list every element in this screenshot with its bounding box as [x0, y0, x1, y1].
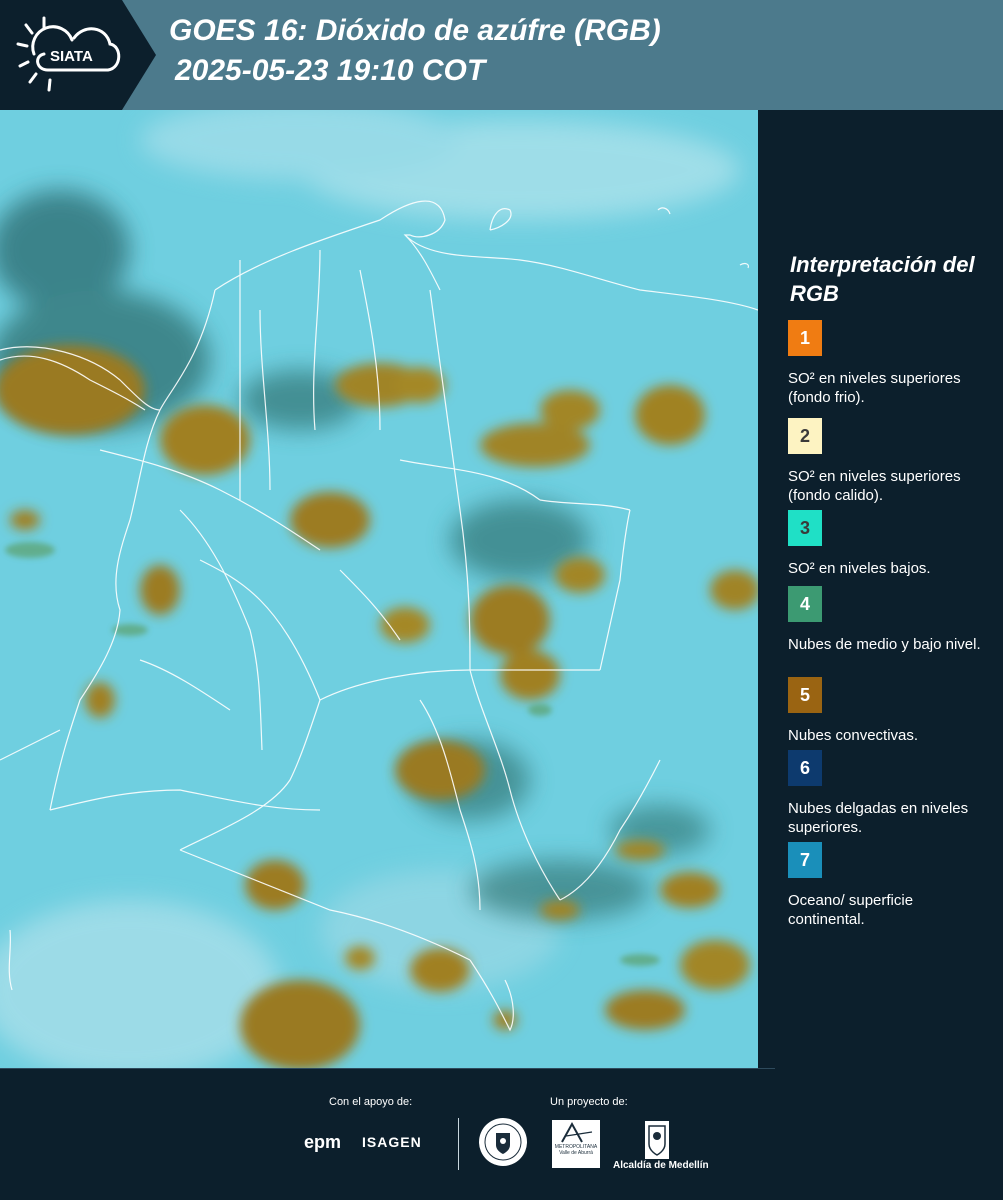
- support-label: Con el apoyo de:: [329, 1096, 413, 1108]
- logo-text: SIATA: [50, 48, 93, 65]
- legend-label-1: SO² en niveles superiores (fondo frio).: [788, 370, 961, 406]
- legend-panel: Interpretación del RGB 1 SO² en niveles …: [758, 110, 1003, 1068]
- legend-label-7: Oceano/ superficie continental.: [788, 892, 914, 928]
- legend-item-3: 3 SO² en niveles bajos.: [788, 510, 993, 578]
- legend-swatch-6: 6: [788, 750, 822, 786]
- legend-item-5: 5 Nubes convectivas.: [788, 677, 993, 745]
- legend-swatch-4: 4: [788, 586, 822, 622]
- legend-swatch-7: 7: [788, 842, 822, 878]
- project-label: Un proyecto de:: [550, 1096, 628, 1108]
- legend-swatch-2: 2: [788, 418, 822, 454]
- legend-item-7: 7 Oceano/ superficie continental.: [788, 842, 993, 929]
- legend-item-4: 4 Nubes de medio y bajo nivel.: [788, 586, 993, 654]
- legend-label-6: Nubes delgadas en niveles superiores.: [788, 800, 969, 836]
- legend-label-4: Nubes de medio y bajo nivel.: [788, 636, 981, 653]
- satellite-image: [0, 110, 758, 1068]
- medellin-seal-icon: [479, 1118, 527, 1166]
- legend-item-1: 1 SO² en niveles superiores (fondo frio)…: [788, 320, 993, 407]
- alcaldia-name: Alcaldía de Medellín: [613, 1160, 709, 1171]
- header-bar: SIATA GOES 16: Dióxido de azúfre (RGB) 2…: [0, 0, 1003, 110]
- siata-logo: SIATA: [16, 16, 121, 92]
- isagen-logo: ISAGEN: [362, 1134, 422, 1150]
- legend-label-5: Nubes convectivas.: [788, 727, 919, 744]
- legend-label-2: SO² en niveles superiores (fondo calido)…: [788, 468, 961, 504]
- legend-item-6: 6 Nubes delgadas en niveles superiores.: [788, 750, 993, 837]
- legend-swatch-5: 5: [788, 677, 822, 713]
- amva-mark-icon: [561, 1121, 593, 1143]
- legend-swatch-3: 3: [788, 510, 822, 546]
- legend-item-2: 2 SO² en niveles superiores (fondo calid…: [788, 418, 993, 511]
- legend-title: Interpretación del RGB: [790, 252, 975, 306]
- footer-top-line: [0, 1068, 775, 1069]
- page-title: GOES 16: Dióxido de azúfre (RGB): [169, 14, 661, 47]
- timestamp: 2025-05-23 19:10 COT: [175, 54, 486, 87]
- legend-label-3: SO² en niveles bajos.: [788, 560, 931, 577]
- epm-logo: epm: [304, 1132, 342, 1152]
- amva-name: METROPOLITANA Valle de Aburrá: [554, 1144, 598, 1156]
- footer-divider: [458, 1118, 459, 1170]
- footer: Con el apoyo de: Un proyecto de: epm ISA…: [0, 1068, 1003, 1200]
- satellite-map: [0, 110, 758, 1068]
- alcaldia-shield-icon: [645, 1121, 669, 1159]
- legend-swatch-1: 1: [788, 320, 822, 356]
